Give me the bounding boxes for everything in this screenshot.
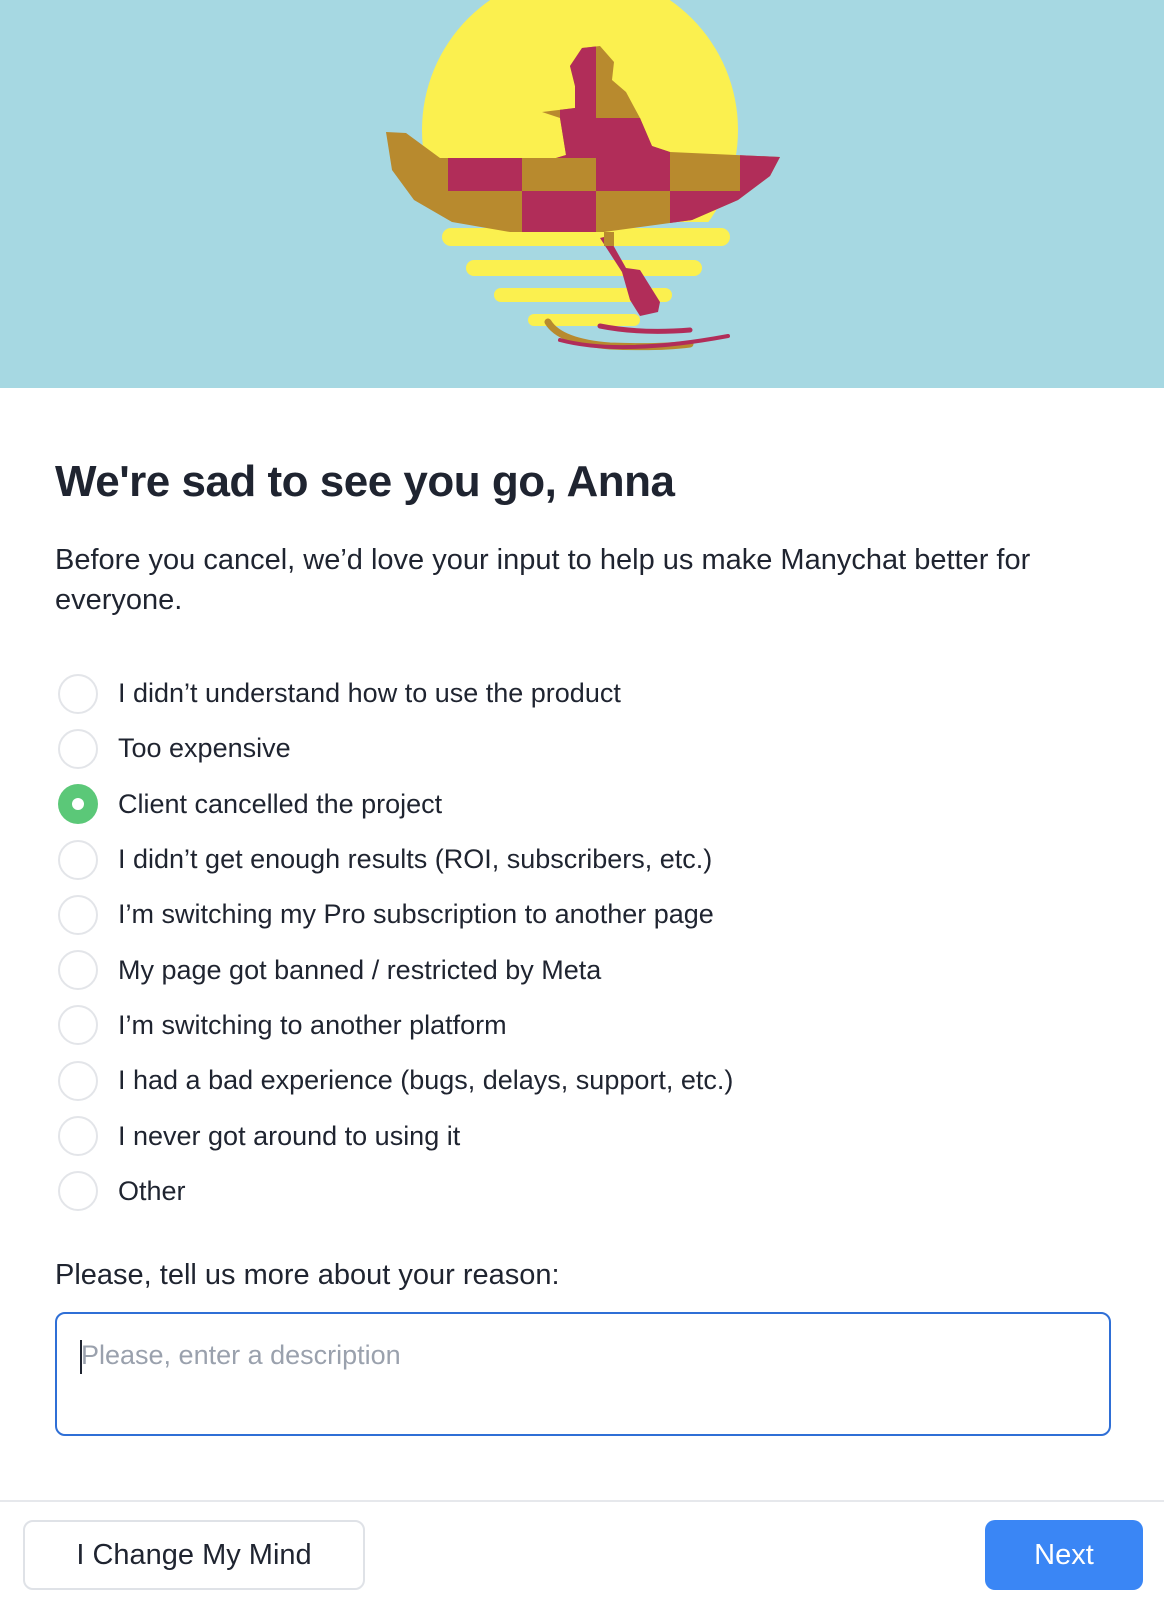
- reason-option-label: I’m switching my Pro subscription to ano…: [118, 899, 714, 930]
- reason-option[interactable]: I’m switching my Pro subscription to ano…: [55, 887, 733, 942]
- footer-bar: I Change My Mind Next: [0, 1500, 1164, 1602]
- reason-option-label: My page got banned / restricted by Meta: [118, 954, 602, 985]
- radio-button[interactable]: [58, 950, 98, 991]
- reason-option[interactable]: I had a bad experience (bugs, delays, su…: [55, 1053, 733, 1108]
- reason-option-label: I didn’t understand how to use the produ…: [118, 678, 621, 709]
- next-button[interactable]: Next: [985, 1520, 1143, 1590]
- hero-banner: [0, 0, 1164, 388]
- reason-option[interactable]: I didn’t get enough results (ROI, subscr…: [55, 832, 733, 887]
- reason-option[interactable]: My page got banned / restricted by Meta: [55, 942, 733, 997]
- radio-button[interactable]: [58, 894, 98, 935]
- radio-button[interactable]: [58, 673, 98, 714]
- reason-option-label: Client cancelled the project: [118, 788, 443, 819]
- reason-option[interactable]: I never got around to using it: [55, 1108, 733, 1163]
- radio-button[interactable]: [58, 1005, 98, 1046]
- details-label: Please, tell us more about your reason:: [55, 1259, 560, 1291]
- radio-button-checked[interactable]: [58, 784, 98, 825]
- page-title: We're sad to see you go, Anna: [55, 457, 675, 506]
- reason-option[interactable]: I didn’t understand how to use the produ…: [55, 666, 733, 721]
- reason-options: I didn’t understand how to use the produ…: [55, 666, 733, 1219]
- reason-option-selected[interactable]: Client cancelled the project: [55, 777, 733, 832]
- reason-option[interactable]: Other: [55, 1164, 733, 1219]
- radio-button[interactable]: [58, 839, 98, 880]
- reason-option-label: I had a bad experience (bugs, delays, su…: [118, 1065, 734, 1096]
- reason-option-label: Other: [118, 1175, 186, 1206]
- sunset-boat-illustration: [0, 0, 1164, 388]
- change-my-mind-button[interactable]: I Change My Mind: [23, 1520, 365, 1590]
- reason-option-label: Too expensive: [118, 733, 291, 764]
- radio-button[interactable]: [58, 1116, 98, 1157]
- radio-button[interactable]: [58, 1171, 98, 1212]
- reason-option-label: I never got around to using it: [118, 1120, 461, 1151]
- reason-option-label: I didn’t get enough results (ROI, subscr…: [118, 844, 713, 875]
- description-input[interactable]: [55, 1312, 1111, 1436]
- radio-button[interactable]: [58, 728, 98, 769]
- text-cursor: [80, 1340, 82, 1374]
- reason-option[interactable]: I’m switching to another platform: [55, 998, 733, 1053]
- reason-option[interactable]: Too expensive: [55, 721, 733, 776]
- reason-option-label: I’m switching to another platform: [118, 1009, 507, 1040]
- radio-button[interactable]: [58, 1060, 98, 1101]
- page-subtitle: Before you cancel, we’d love your input …: [55, 544, 1031, 616]
